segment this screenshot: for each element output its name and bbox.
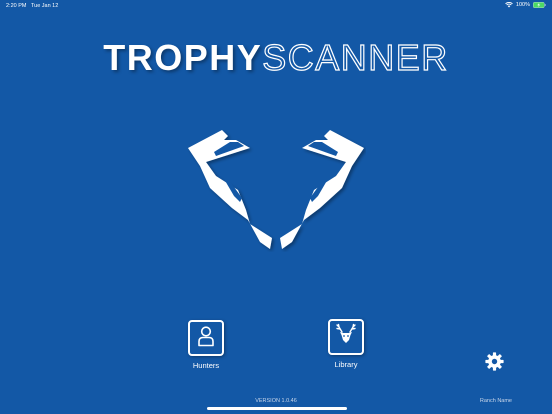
status-time-date: 2:20 PM Tue Jan 12 [6,3,58,9]
battery-percent: 100% [515,2,530,8]
home-screen: 2:20 PM Tue Jan 12 100% TROPHYSCANNER Hu… [0,0,552,414]
person-icon [197,325,215,352]
status-indicators: 100% [505,2,546,8]
wifi-icon [505,2,513,8]
hunters-icon-box[interactable] [188,320,224,356]
library-button[interactable]: Library [316,319,376,369]
ranch-name: Ranch Name [479,398,512,404]
status-time: 2:20 PM [6,3,27,9]
status-bar: 2:20 PM Tue Jan 12 100% [0,0,552,12]
hunters-button[interactable]: Hunters [176,320,236,370]
library-icon-box[interactable] [328,319,364,355]
deer-head-icon [334,323,358,352]
gear-icon[interactable] [485,352,504,371]
app-title: TROPHYSCANNER [0,37,552,78]
battery-charging-icon [533,2,546,8]
home-indicator[interactable] [207,407,347,410]
version-label: VERSION 1.0.46 [255,398,297,404]
app-title-bold: TROPHY [103,37,263,78]
library-label[interactable]: Library [316,360,376,369]
hunters-label[interactable]: Hunters [176,361,236,370]
horns-logo-icon [186,128,366,252]
status-date: Tue Jan 12 [30,3,59,9]
app-title-outline: SCANNER [262,37,449,78]
